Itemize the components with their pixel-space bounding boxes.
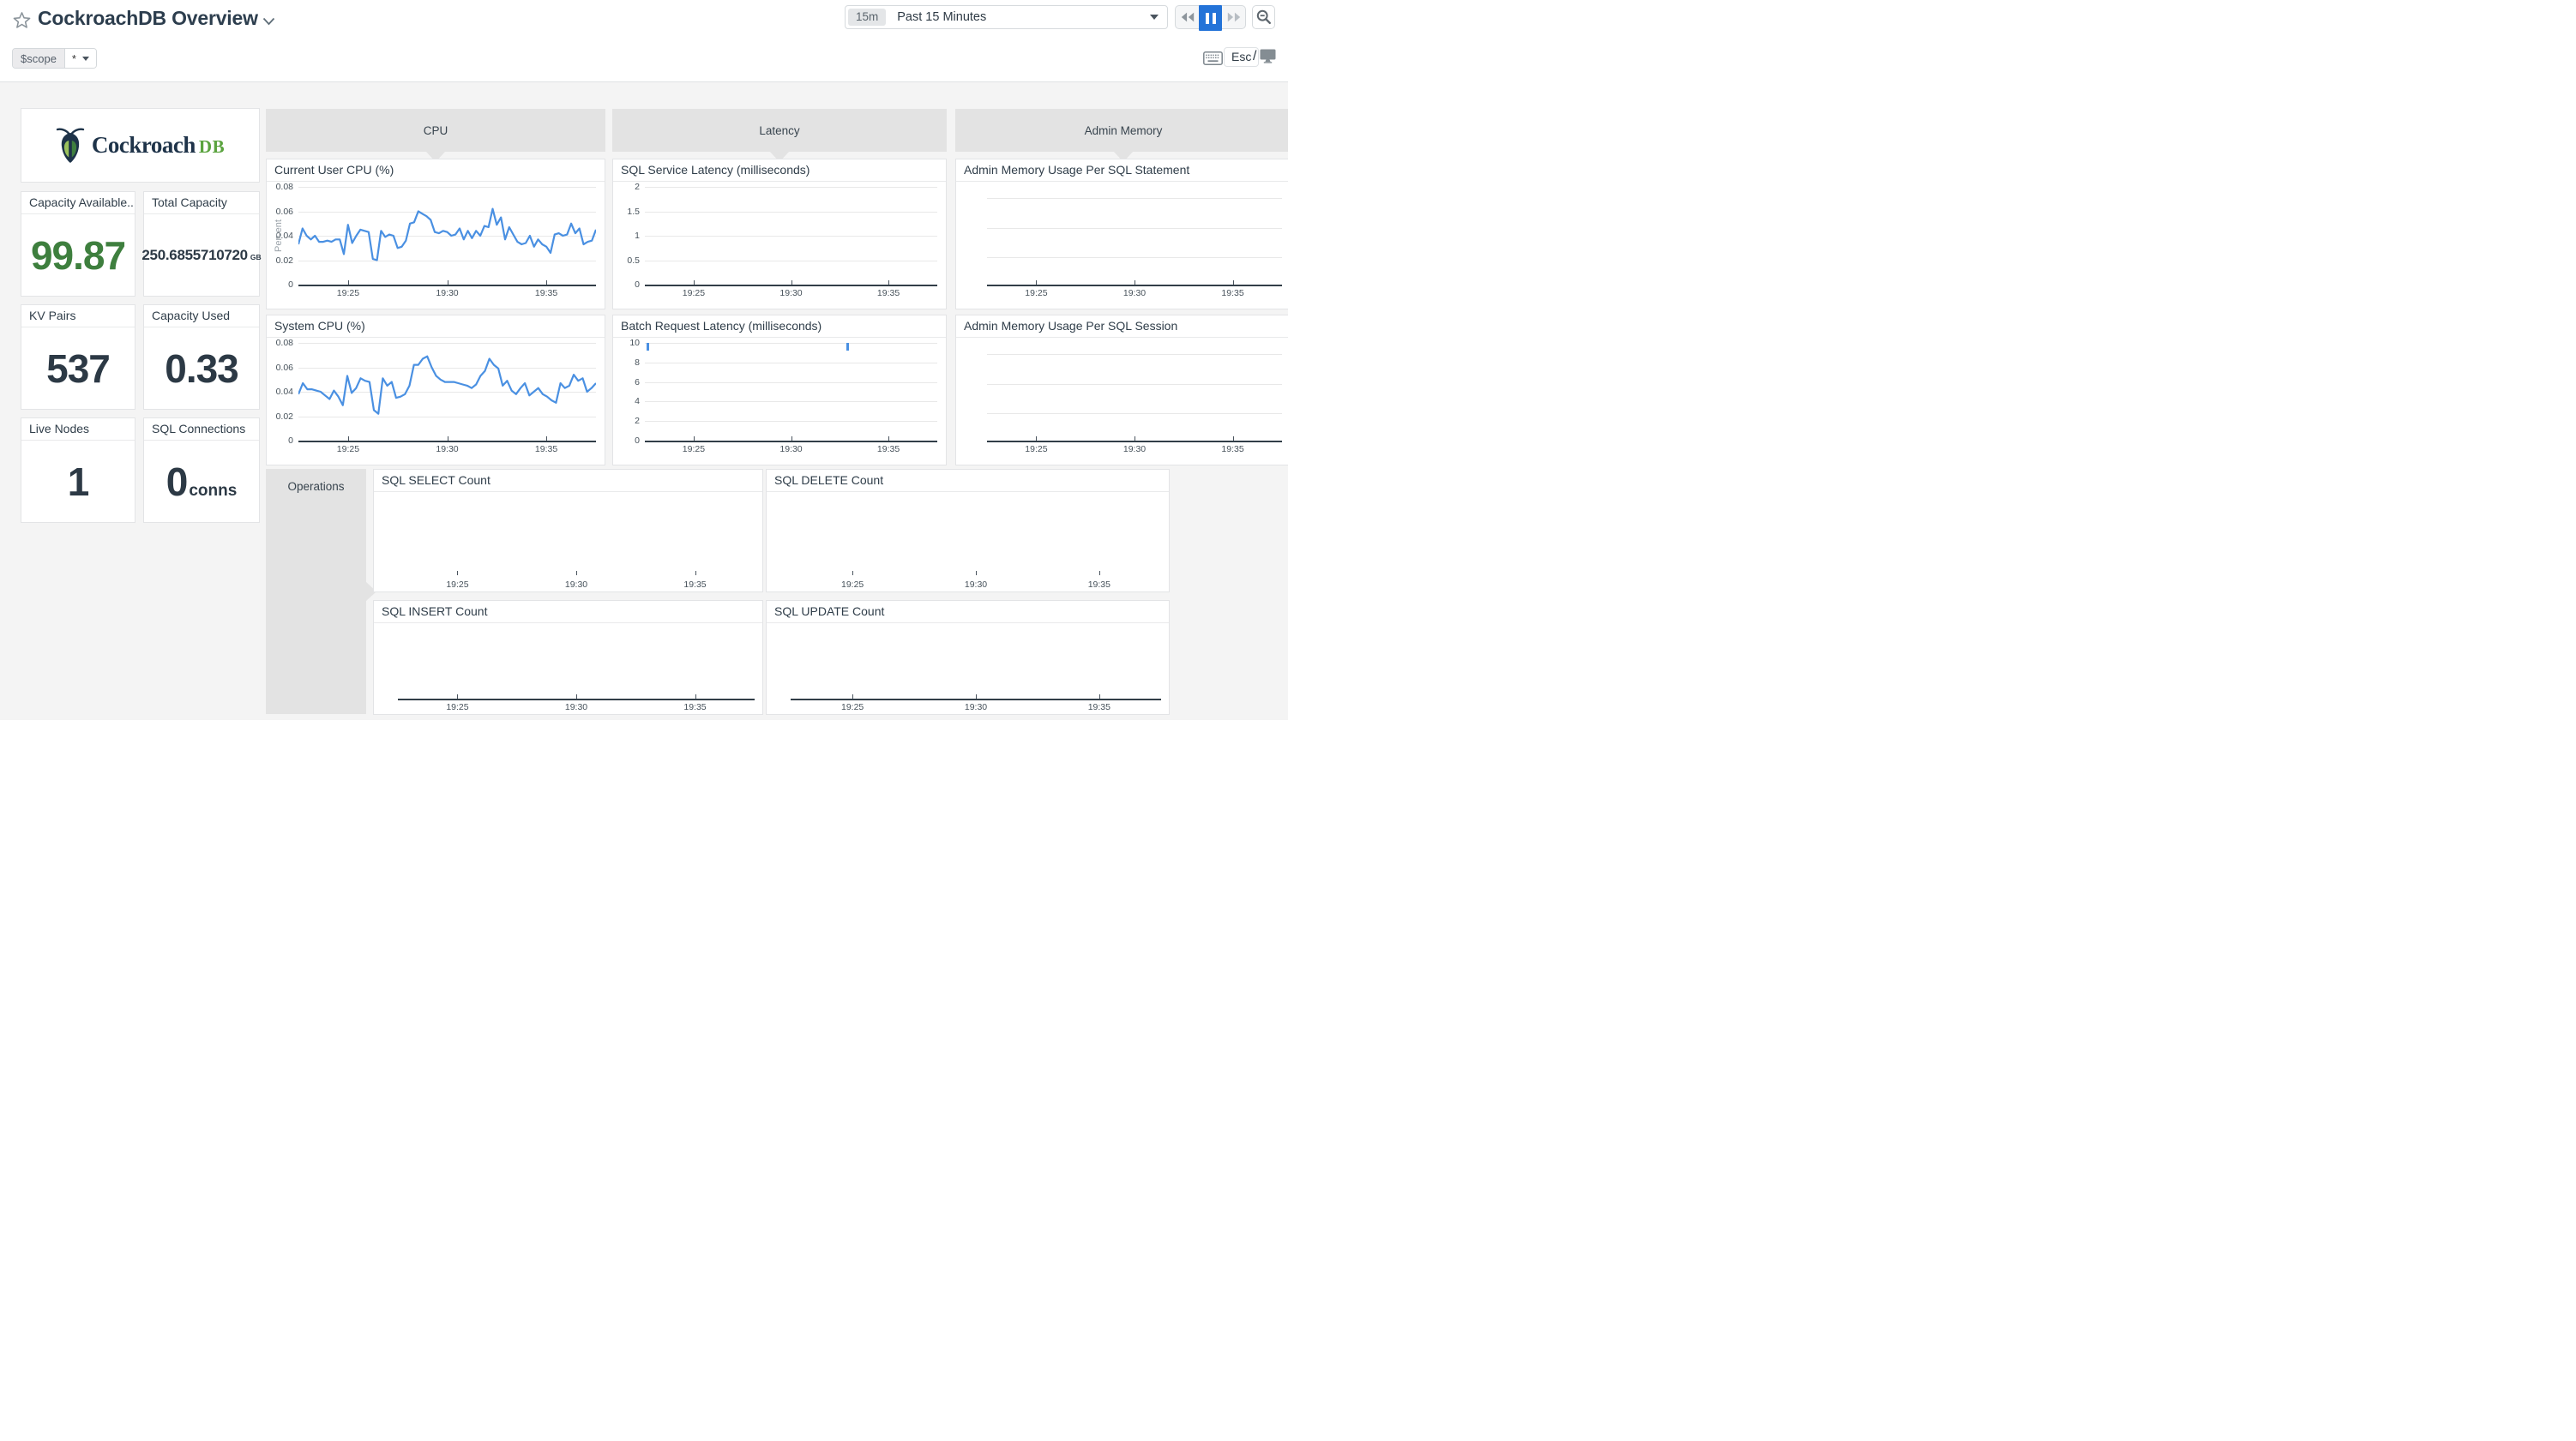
chart-title: Admin Memory Usage Per SQL Statement bbox=[956, 159, 1288, 182]
time-range-label: Past 15 Minutes bbox=[897, 10, 1150, 24]
scope-caret-icon bbox=[82, 57, 89, 61]
card-value: 0 bbox=[166, 459, 188, 505]
card-title: KV Pairs bbox=[21, 305, 135, 327]
fullscreen-monitor-icon[interactable] bbox=[1260, 49, 1276, 63]
scope-template-variable[interactable]: $scope * bbox=[12, 48, 97, 69]
chart-title: SQL DELETE Count bbox=[767, 470, 1169, 492]
fast-forward-icon bbox=[1226, 11, 1242, 23]
chart-panel-sql-update-count: SQL UPDATE Count 19:2519:3019:35 bbox=[766, 600, 1170, 715]
group-label: Operations bbox=[266, 469, 366, 493]
card-value: 0.33 bbox=[165, 345, 238, 392]
chart-panel-admin-memory-statement: Admin Memory Usage Per SQL Statement 19:… bbox=[955, 159, 1288, 309]
rewind-icon bbox=[1180, 11, 1195, 23]
chart-panel-sql-delete-count: SQL DELETE Count 19:2519:3019:35 bbox=[766, 469, 1170, 592]
fast-forward-button[interactable] bbox=[1222, 6, 1245, 28]
sql-insert-count-plot[interactable]: 19:2519:3019:35 bbox=[374, 623, 762, 714]
time-range-caret-icon bbox=[1150, 15, 1159, 20]
chart-title: SQL UPDATE Count bbox=[767, 601, 1169, 623]
metric-card-sql-connections: SQL Connections 0conns bbox=[143, 417, 260, 523]
chart-panel-sql-service-latency: SQL Service Latency (milliseconds) 00.51… bbox=[612, 159, 947, 309]
card-value: 537 bbox=[46, 345, 110, 392]
card-title: SQL Connections bbox=[144, 418, 259, 441]
rewind-button[interactable] bbox=[1176, 6, 1199, 28]
batch-request-latency-plot[interactable]: 024681019:2519:3019:35 bbox=[613, 338, 946, 465]
keyboard-shortcuts-icon[interactable] bbox=[1203, 51, 1223, 65]
card-value: 99.87 bbox=[31, 232, 125, 279]
group-header-cpu[interactable]: CPU bbox=[266, 109, 605, 152]
group-header-operations[interactable]: Operations bbox=[266, 469, 366, 714]
slash-shortcut-label: / bbox=[1253, 49, 1256, 64]
time-range-selector[interactable]: 15m Past 15 Minutes bbox=[845, 5, 1168, 29]
chart-title: SQL INSERT Count bbox=[374, 601, 762, 623]
cockroachdb-logo-card: CockroachDB bbox=[21, 108, 260, 183]
pause-button[interactable] bbox=[1199, 5, 1222, 31]
chart-panel-sql-select-count: SQL SELECT Count 19:2519:3019:35 bbox=[373, 469, 763, 592]
metric-card-live-nodes: Live Nodes 1 bbox=[21, 417, 135, 523]
chart-panel-batch-request-latency: Batch Request Latency (milliseconds) 024… bbox=[612, 315, 947, 465]
current-user-cpu-plot[interactable]: 00.020.040.060.0819:2519:3019:35Percent bbox=[267, 182, 605, 309]
scope-variable-name: $scope bbox=[13, 49, 65, 68]
top-bar: CockroachDB Overview 15m Past 15 Minutes bbox=[0, 0, 1288, 81]
sql-delete-count-plot[interactable]: 19:2519:3019:35 bbox=[767, 492, 1169, 591]
title-chevron-down-icon[interactable] bbox=[262, 17, 275, 26]
chart-title: Batch Request Latency (milliseconds) bbox=[613, 315, 946, 338]
favorite-star-icon[interactable] bbox=[12, 10, 32, 30]
card-title: Capacity Available... bbox=[21, 192, 135, 214]
time-range-badge: 15m bbox=[848, 9, 886, 26]
page-title: CockroachDB Overview bbox=[38, 7, 258, 30]
playback-controls bbox=[1175, 5, 1246, 29]
dashboard-canvas: CockroachDB Capacity Available... 99.87 … bbox=[0, 81, 1288, 720]
card-title: Total Capacity bbox=[144, 192, 259, 214]
chart-title: System CPU (%) bbox=[267, 315, 605, 338]
pause-icon bbox=[1206, 13, 1216, 24]
metric-card-total-capacity: Total Capacity 250.6855710720GB bbox=[143, 191, 260, 297]
chart-panel-admin-memory-session: Admin Memory Usage Per SQL Session 19:25… bbox=[955, 315, 1288, 465]
system-cpu-plot[interactable]: 00.020.040.060.0819:2519:3019:35 bbox=[267, 338, 605, 465]
group-header-latency[interactable]: Latency bbox=[612, 109, 947, 152]
logo-db-suffix: DB bbox=[199, 136, 225, 157]
scope-variable-value: * bbox=[72, 52, 76, 65]
logo-wordmark: Cockroach bbox=[92, 132, 196, 158]
zoom-out-icon bbox=[1256, 9, 1272, 25]
sql-select-count-plot[interactable]: 19:2519:3019:35 bbox=[374, 492, 762, 591]
metric-card-capacity-used: Capacity Used 0.33 bbox=[143, 304, 260, 410]
card-value-unit: GB bbox=[250, 253, 262, 261]
sql-update-count-plot[interactable]: 19:2519:3019:35 bbox=[767, 623, 1169, 714]
card-value-unit: conns bbox=[189, 482, 237, 501]
sql-service-latency-plot[interactable]: 00.511.5219:2519:3019:35 bbox=[613, 182, 946, 309]
chart-panel-current-user-cpu: Current User CPU (%) 00.020.040.060.0819… bbox=[266, 159, 605, 309]
chart-title: Current User CPU (%) bbox=[267, 159, 605, 182]
card-value: 250.6855710720 bbox=[141, 247, 247, 264]
metric-card-capacity-available: Capacity Available... 99.87 bbox=[21, 191, 135, 297]
chart-title: SQL Service Latency (milliseconds) bbox=[613, 159, 946, 182]
chart-title: Admin Memory Usage Per SQL Session bbox=[956, 315, 1288, 338]
admin-memory-session-plot[interactable]: 19:2519:3019:35 bbox=[956, 338, 1288, 465]
card-title: Live Nodes bbox=[21, 418, 135, 441]
card-title: Capacity Used bbox=[144, 305, 259, 327]
cockroach-bug-icon bbox=[56, 128, 85, 164]
chart-panel-sql-insert-count: SQL INSERT Count 19:2519:3019:35 bbox=[373, 600, 763, 715]
group-header-admin-memory[interactable]: Admin Memory bbox=[955, 109, 1288, 152]
zoom-out-button[interactable] bbox=[1252, 5, 1275, 29]
chart-panel-system-cpu: System CPU (%) 00.020.040.060.0819:2519:… bbox=[266, 315, 605, 465]
admin-memory-statement-plot[interactable]: 19:2519:3019:35 bbox=[956, 182, 1288, 309]
metric-card-kv-pairs: KV Pairs 537 bbox=[21, 304, 135, 410]
card-value: 1 bbox=[68, 459, 89, 505]
chart-title: SQL SELECT Count bbox=[374, 470, 762, 492]
